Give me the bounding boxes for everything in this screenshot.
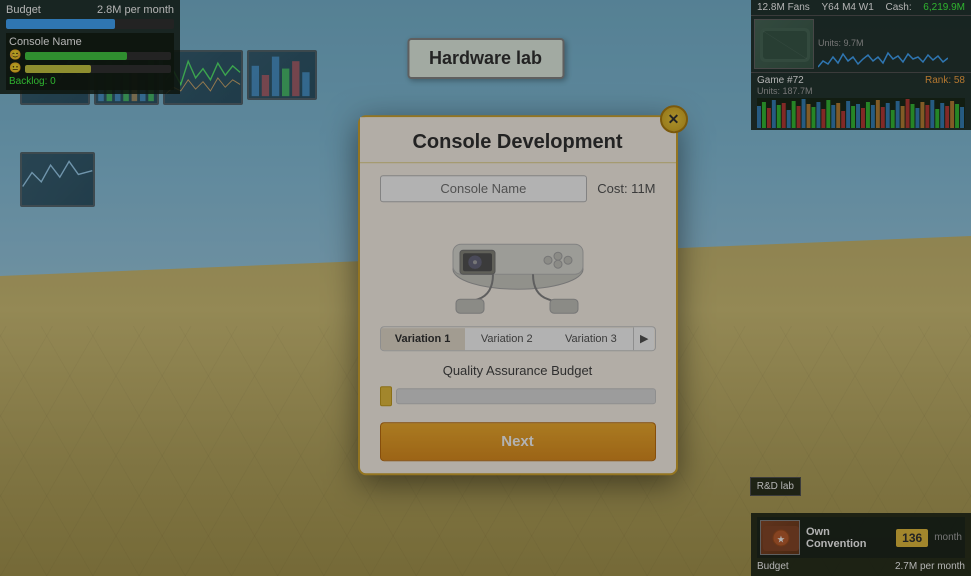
- modal-overlay: [0, 0, 971, 576]
